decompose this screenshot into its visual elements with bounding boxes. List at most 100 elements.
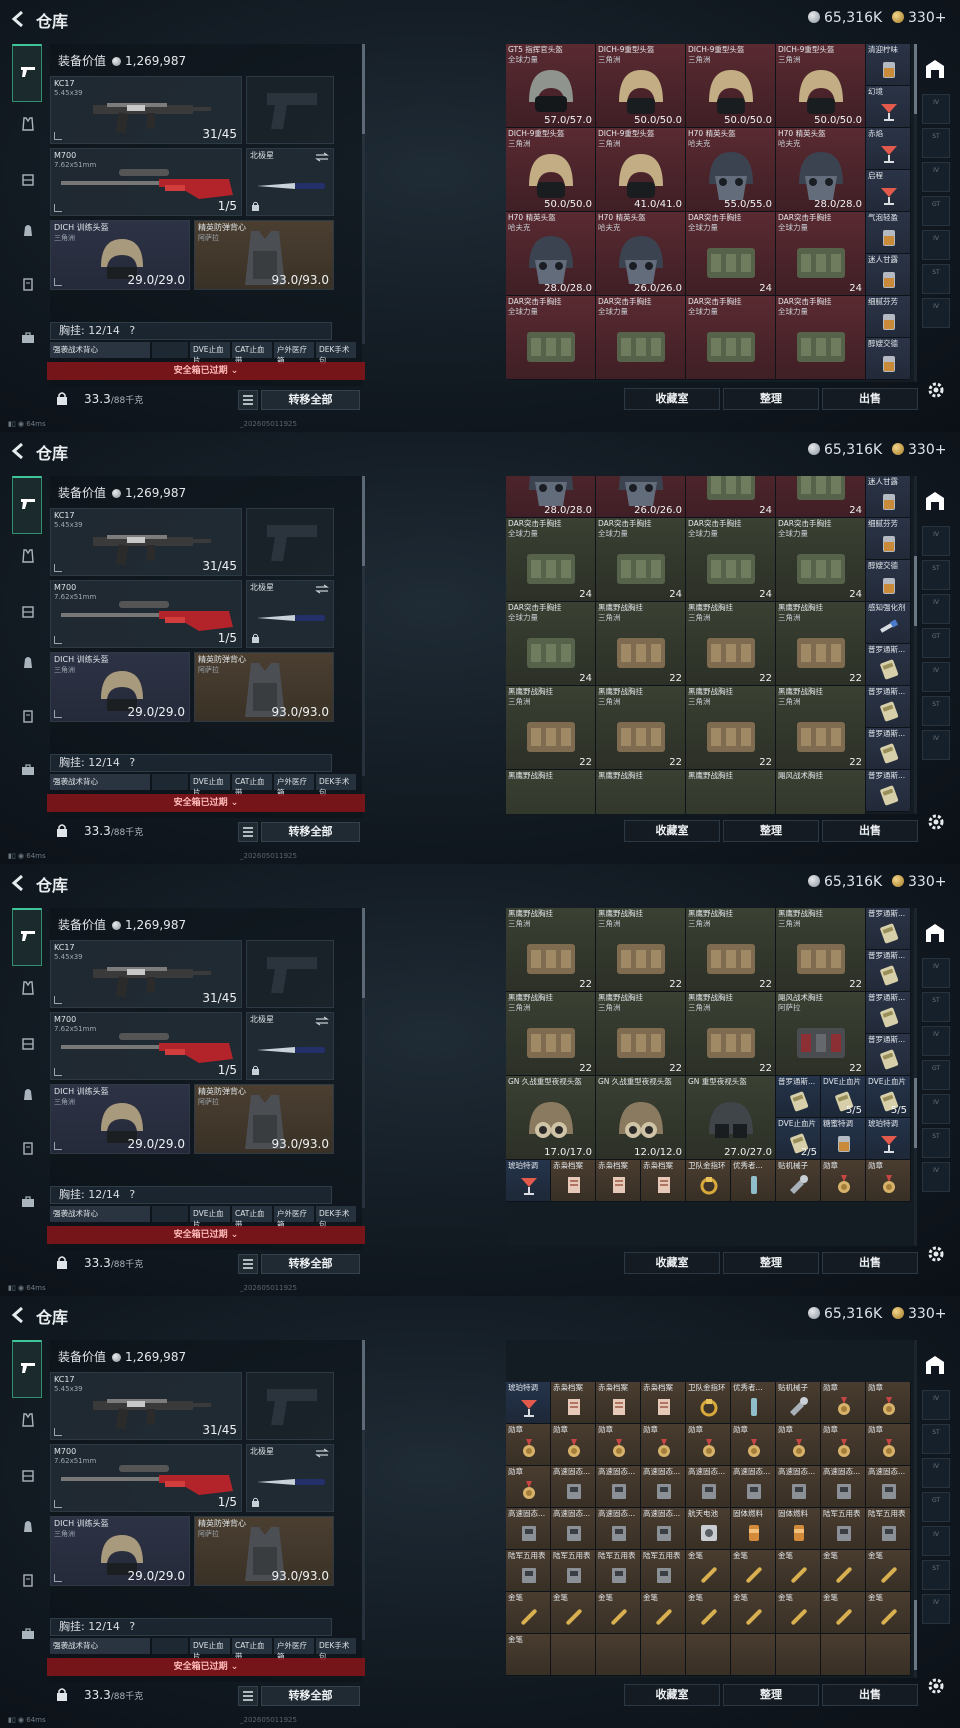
stash-item[interactable]: 勋章 [821,1160,866,1202]
armor-slot[interactable]: 精英防弹背心 阿萨拉 93.0/93.0 [194,652,334,722]
stash-item[interactable]: 勋章 [686,1424,731,1466]
collection-room-button[interactable]: 收藏室 [624,388,720,410]
stash-item[interactable]: 黑鹰野战胸挂 [596,770,686,814]
collection-room-button[interactable]: 收藏室 [624,1684,720,1706]
stash-item[interactable]: 琥珀特调 [866,1118,911,1160]
helmet-slot[interactable]: DICH 训练头盔 三角洲 29.0/29.0 [50,1084,190,1154]
nav-armor[interactable] [14,110,42,138]
sell-button[interactable]: 出售 [822,1252,918,1274]
silver-currency[interactable]: 65,316K [808,874,882,890]
stash-tab[interactable]: GT [922,1492,950,1522]
gold-currency[interactable]: 330+ [892,1306,946,1322]
stash-tab[interactable]: GT [922,196,950,226]
sort-button[interactable]: 整理 [723,1252,819,1274]
armor-slot[interactable]: 精英防弹背心 阿萨拉 93.0/93.0 [194,220,334,290]
nav-toolbox[interactable] [14,756,42,784]
pocket-item[interactable]: DEK手术包 [316,774,356,797]
transfer-all-button[interactable]: 转移全部 [261,390,360,410]
stash-tab[interactable]: ST [922,696,950,726]
transfer-all-button[interactable]: 转移全部 [261,1686,360,1706]
stash-item[interactable]: 黑鹰野战胸挂 三角洲 22 [686,992,776,1076]
nav-rig[interactable] [14,1462,42,1490]
stash-item[interactable]: 金笔 [506,1634,551,1676]
nav-armor[interactable] [14,1406,42,1434]
stash-item[interactable]: 普罗通斯... [866,1034,911,1076]
stash-item[interactable]: 细腻芬芳 [866,518,911,560]
back-arrow-icon[interactable] [10,874,26,892]
sort-button[interactable]: 整理 [723,1684,819,1706]
stash-item[interactable]: 启程 [866,170,911,212]
stash-scroll-thumb[interactable] [914,1078,917,1148]
stash-item[interactable]: 金笔 [821,1592,866,1634]
sniper-weapon-slot[interactable]: M700 7.62x51mm 1/5 [50,1444,242,1512]
back-arrow-icon[interactable] [10,1306,26,1324]
stash-item[interactable]: 勋章 [821,1424,866,1466]
gold-currency[interactable]: 330+ [892,10,946,26]
stash-item[interactable] [641,1634,686,1676]
sort-button[interactable]: 整理 [723,388,819,410]
stash-item[interactable]: 黑鹰野战胸挂 [686,770,776,814]
scroll-thumb[interactable] [362,908,365,998]
nav-case[interactable] [14,702,42,730]
pocket-item[interactable]: 强袭战术背心 [50,774,150,790]
stash-item[interactable] [596,1634,641,1676]
pocket-item[interactable] [152,1638,188,1654]
stash-item[interactable]: 黑鹰野战胸挂 三角洲 22 [686,686,776,770]
swap-icon[interactable] [315,1448,329,1458]
pocket-item[interactable]: 强袭战术背心 [50,1638,150,1654]
loadout-scrollbar[interactable] [362,908,365,1208]
pocket-item[interactable]: DEK手术包 [316,1638,356,1661]
pocket-item[interactable] [152,342,188,358]
stash-item[interactable]: GN 久战重型夜视头盔 12.0/12.0 [596,1076,686,1160]
stash-tab[interactable]: ST [922,992,950,1022]
stash-item[interactable]: DAR突击手胸挂 全球力量 [686,296,776,380]
stash-item[interactable]: 勋章 [821,1382,866,1424]
stash-item[interactable]: DAR突击手胸挂 全球力量 24 [506,518,596,602]
stash-item[interactable]: 金笔 [641,1592,686,1634]
stash-item[interactable]: H70 精英头盔 哈夫克 28.0/28.0 [776,128,866,212]
stash-tab[interactable]: IV [922,1094,950,1124]
rig-capacity-row[interactable]: 胸挂: 12/14 ? [50,1618,332,1636]
stash-tab[interactable]: ST [922,1560,950,1590]
stash-tab[interactable]: IV [922,662,950,692]
stash-tab[interactable]: IV [922,1162,950,1192]
help-icon[interactable]: ? [129,756,135,769]
help-icon[interactable]: ? [129,1188,135,1201]
stash-item[interactable]: 糖蜜特调 [821,1118,866,1160]
stash-item[interactable] [551,1634,596,1676]
rig-capacity-row[interactable]: 胸挂: 12/14 ? [50,1186,332,1204]
nav-rig[interactable] [14,1030,42,1058]
stash-item[interactable] [866,1634,911,1676]
stash-item[interactable]: 勋章 [776,1424,821,1466]
stash-item[interactable]: 清迎柠味 [866,44,911,86]
stash-tab[interactable]: GT [922,1060,950,1090]
stash-item[interactable]: DAR突击手胸挂 全球力量 [776,296,866,380]
melee-slot[interactable]: 北极星 [246,148,334,216]
swap-icon[interactable] [315,152,329,162]
nav-case[interactable] [14,1134,42,1162]
stash-item[interactable]: 普罗通斯... [866,950,911,992]
stash-item[interactable]: 黑鹰野战胸挂 [506,770,596,814]
stash-item[interactable]: 黑鹰野战胸挂 三角洲 22 [776,908,866,992]
gear-icon[interactable] [926,1244,946,1264]
stash-item[interactable]: 勋章 [596,1424,641,1466]
silver-currency[interactable]: 65,316K [808,10,882,26]
gear-icon[interactable] [926,812,946,832]
stash-item[interactable]: 醇嫂交德 [866,338,911,380]
stash-item[interactable]: 金笔 [596,1592,641,1634]
stash-item[interactable]: 黑鹰野战胸挂 三角洲 22 [596,908,686,992]
stash-item[interactable]: DICH-9重型头盔 三角洲 50.0/50.0 [776,44,866,128]
stash-tab[interactable]: IV [922,526,950,556]
safe-box-expired-banner[interactable]: 安全箱已过期 ⌄ [47,794,365,812]
stash-item[interactable]: DICH-9重型头盔 三角洲 50.0/50.0 [506,128,596,212]
pocket-item[interactable]: DEK手术包 [316,342,356,365]
stash-item[interactable]: 优秀者... [731,1382,776,1424]
sell-button[interactable]: 出售 [822,388,918,410]
melee-slot[interactable]: 北极星 [246,580,334,648]
stash-item[interactable] [821,1634,866,1676]
nav-weapons[interactable] [12,476,42,534]
stash-item[interactable]: 气泡轻盈 [866,212,911,254]
stash-tab[interactable]: ST [922,264,950,294]
transfer-all-button[interactable]: 转移全部 [261,822,360,842]
collection-room-button[interactable]: 收藏室 [624,820,720,842]
